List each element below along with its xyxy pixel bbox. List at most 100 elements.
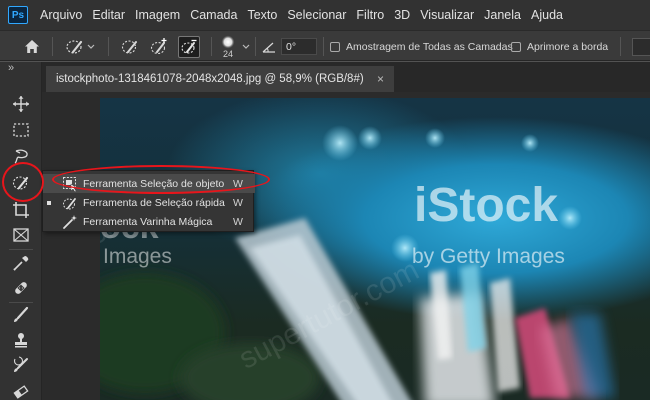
- flyout-shortcut: W: [233, 215, 243, 228]
- subtract-from-selection-button[interactable]: [175, 31, 203, 62]
- magic-wand-icon: [63, 215, 77, 229]
- select-and-mask-button[interactable]: [632, 37, 650, 56]
- flyout-shortcut: W: [233, 177, 243, 190]
- flyout-item-quick-selection[interactable]: Ferramenta de Seleção rápida W: [43, 193, 255, 212]
- close-document-icon[interactable]: ×: [377, 72, 384, 86]
- home-icon: [25, 40, 39, 53]
- brush-tip-icon: [221, 35, 235, 48]
- brush-tool[interactable]: [9, 304, 33, 326]
- chevron-down-icon: [242, 44, 250, 49]
- quick-selection-icon: [12, 176, 29, 190]
- angle-icon: [262, 42, 275, 53]
- options-overflow-button[interactable]: [632, 31, 650, 62]
- move-icon: [13, 96, 29, 112]
- enhance-edge-option[interactable]: Aprimore a borda: [511, 31, 608, 62]
- healing-brush-tool[interactable]: [9, 277, 33, 299]
- menu-3d[interactable]: 3D: [394, 8, 410, 22]
- object-selection-icon: [63, 177, 78, 192]
- flyout-item-object-selection[interactable]: Ferramenta Seleção de objeto W: [43, 174, 255, 193]
- menu-imagem[interactable]: Imagem: [135, 8, 180, 22]
- toolbar-divider: [9, 302, 33, 303]
- flyout-shortcut: W: [233, 196, 243, 209]
- chevron-down-icon: [87, 44, 95, 49]
- menu-bar: Ps Arquivo Editar Imagem Camada Texto Se…: [0, 0, 650, 30]
- move-tool[interactable]: [9, 93, 33, 115]
- watermark-images-left: Images: [103, 245, 172, 268]
- selection-tools-flyout: Ferramenta Seleção de objeto W Ferrament…: [42, 170, 255, 232]
- watermark-istock: iStock: [414, 179, 559, 232]
- menu-editar[interactable]: Editar: [92, 8, 125, 22]
- enhance-edge-checkbox[interactable]: [511, 41, 521, 52]
- history-brush-tool[interactable]: [9, 354, 33, 376]
- angle-label: [260, 31, 278, 62]
- brush-size-dropdown[interactable]: [240, 31, 252, 62]
- menu-texto[interactable]: Texto: [247, 8, 277, 22]
- sample-all-layers-label: Amostragem de Todas as Camadas: [346, 40, 513, 53]
- document-title: istockphoto-1318461078-2048x2048.jpg @ 5…: [56, 73, 364, 85]
- quick-selection-brush-icon: [66, 39, 83, 54]
- sample-all-layers-checkbox[interactable]: [330, 41, 340, 52]
- marquee-tool[interactable]: [9, 119, 33, 141]
- document-image[interactable]: iStock by Getty Images Images ock supert…: [100, 98, 650, 400]
- brush-add-icon: [150, 37, 167, 54]
- brush-size-value: 24: [222, 48, 233, 59]
- menu-ajuda[interactable]: Ajuda: [531, 8, 563, 22]
- brush-size-picker[interactable]: 24: [216, 31, 240, 62]
- menu-arquivo[interactable]: Arquivo: [40, 8, 82, 22]
- bandage-icon: [15, 282, 27, 294]
- flyout-label: Ferramenta Seleção de objeto: [83, 177, 225, 190]
- eraser-tool[interactable]: [9, 380, 33, 400]
- frame-icon: [13, 228, 29, 242]
- watermark-getty: by Getty Images: [412, 245, 565, 268]
- menu-visualizar[interactable]: Visualizar: [420, 8, 474, 22]
- lasso-icon: [14, 149, 28, 164]
- options-divider: [52, 37, 53, 56]
- angle-input[interactable]: 0°: [281, 38, 317, 55]
- object-selection-tool[interactable]: [9, 172, 33, 194]
- collapse-panel-icon[interactable]: »: [8, 62, 14, 74]
- clone-stamp-tool[interactable]: [9, 329, 33, 351]
- brush-subtract-icon: [181, 39, 197, 54]
- flyout-label: Ferramenta de Seleção rápida: [83, 196, 225, 209]
- frame-tool[interactable]: [9, 224, 33, 246]
- crop-tool[interactable]: [9, 199, 33, 221]
- menu-filtro[interactable]: Filtro: [356, 8, 384, 22]
- active-tool-mode: [178, 35, 200, 58]
- rectangular-marquee-icon: [13, 123, 29, 137]
- options-divider: [108, 37, 109, 56]
- options-bar: 24 0° Amostragem de Todas as Camadas Apr…: [0, 30, 650, 61]
- photo-scene: [100, 125, 615, 400]
- eyedropper-tool[interactable]: [9, 252, 33, 274]
- brush-selection-icon: [121, 39, 137, 54]
- quick-selection-icon: [63, 198, 76, 210]
- angle-field-wrap: 0°: [281, 31, 317, 62]
- new-selection-button[interactable]: [118, 31, 142, 62]
- brush-icon: [14, 306, 29, 322]
- sample-all-layers-option[interactable]: Amostragem de Todas as Camadas: [330, 31, 513, 62]
- add-to-selection-button[interactable]: [147, 31, 171, 62]
- menu-selecionar[interactable]: Selecionar: [287, 8, 346, 22]
- stamp-icon: [15, 333, 27, 348]
- tools-panel: »: [0, 62, 42, 400]
- eyedropper-icon: [13, 256, 29, 271]
- document-tab[interactable]: istockphoto-1318461078-2048x2048.jpg @ 5…: [46, 66, 394, 92]
- flyout-label: Ferramenta Varinha Mágica: [83, 215, 213, 228]
- tool-preset-picker[interactable]: [60, 31, 100, 62]
- eraser-icon: [13, 385, 29, 399]
- menu-janela[interactable]: Janela: [484, 8, 521, 22]
- lasso-tool[interactable]: [9, 145, 33, 167]
- photoshop-logo: Ps: [8, 6, 28, 24]
- options-divider: [255, 37, 256, 56]
- history-brush-icon: [13, 356, 28, 372]
- active-tool-indicator: [47, 201, 51, 205]
- home-button[interactable]: [22, 31, 42, 62]
- canvas-area: iStock by Getty Images Images ock supert…: [42, 92, 650, 400]
- options-divider: [211, 37, 212, 56]
- options-divider: [323, 37, 324, 56]
- enhance-edge-label: Aprimore a borda: [527, 40, 609, 53]
- toolbar-divider: [9, 249, 33, 250]
- document-tab-bar: istockphoto-1318461078-2048x2048.jpg @ 5…: [42, 62, 650, 92]
- crop-icon: [13, 202, 29, 218]
- menu-camada[interactable]: Camada: [190, 8, 237, 22]
- flyout-item-magic-wand[interactable]: Ferramenta Varinha Mágica W: [43, 212, 255, 231]
